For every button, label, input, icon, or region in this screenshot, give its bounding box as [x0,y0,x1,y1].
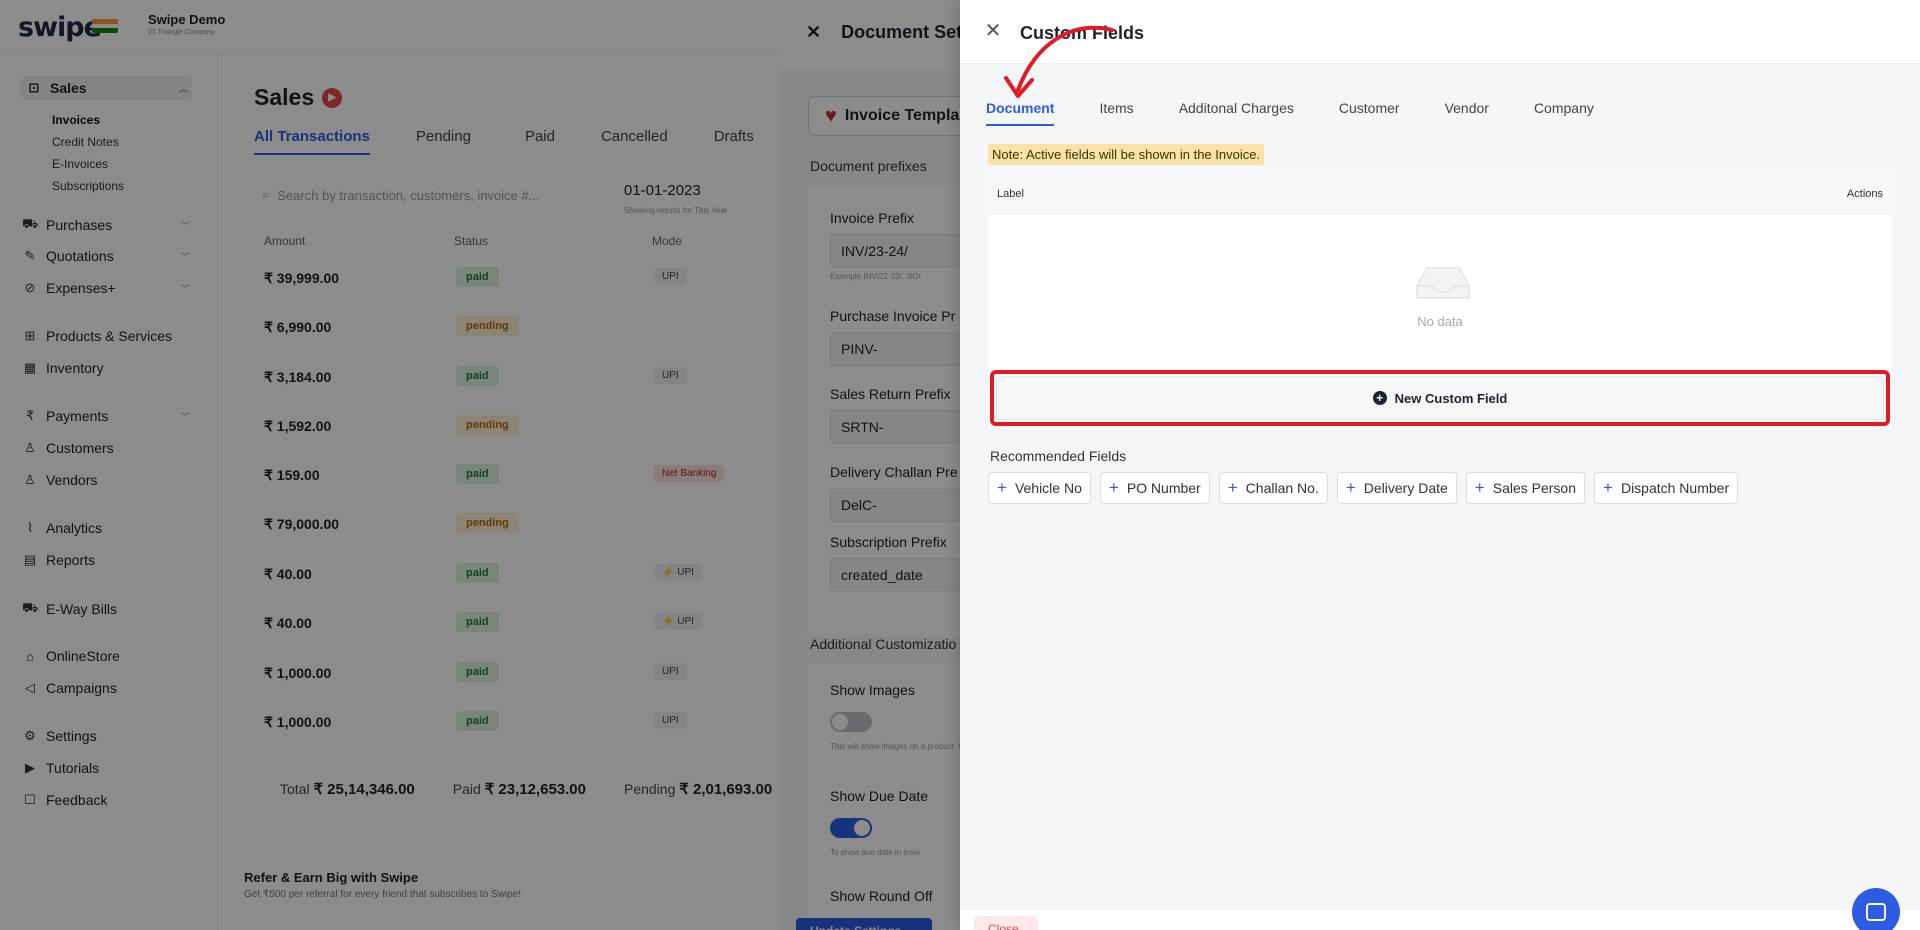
plus-icon: + [1603,478,1613,497]
chat-icon [1866,903,1886,921]
table-header: Label Actions [988,174,1892,214]
empty-text: No data [1417,314,1463,329]
tab-company[interactable]: Company [1534,100,1594,126]
recommended-fields-title: Recommended Fields [990,448,1127,464]
empty-inbox-icon [1416,267,1470,299]
drawer-title: Custom Fields [1020,23,1145,43]
close-button[interactable]: Close [974,916,1038,930]
recommended-chip[interactable]: + Delivery Date [1336,472,1457,504]
chip-label: PO Number [1126,480,1201,496]
chip-label: Sales Person [1492,480,1577,496]
chip-label: Dispatch Number [1620,480,1730,496]
column-actions: Actions [1846,188,1883,200]
new-custom-field-label: New Custom Field [1394,390,1508,406]
tab-vendor[interactable]: Vendor [1445,100,1489,126]
drawer-header: ✕ Custom Fields [960,0,1920,64]
chat-support-button[interactable] [1852,888,1900,930]
plus-circle-icon: + [1372,391,1387,405]
chip-label: Vehicle No [1014,480,1082,496]
chip-label: Challan No. [1245,480,1319,496]
recommended-chip[interactable]: + Sales Person [1465,472,1586,504]
chip-label: Delivery Date [1363,480,1448,496]
tab-additional-charges[interactable]: Additonal Charges [1179,100,1294,126]
new-custom-field-button[interactable]: + New Custom Field [996,376,1884,420]
drawer-body: Document Items Additonal Charges Custome… [960,64,1920,910]
custom-fields-drawer: ✕ Custom Fields Document Items Additonal… [960,0,1920,930]
plus-icon: + [1227,478,1238,497]
tab-document[interactable]: Document [986,100,1055,126]
drawer-footer [960,910,1920,930]
recommended-chip[interactable]: + Dispatch Number [1594,472,1739,504]
tab-items[interactable]: Items [1099,100,1133,126]
plus-icon: + [1345,478,1356,497]
column-label: Label [997,188,1024,200]
recommended-chip[interactable]: + Vehicle No [988,472,1091,504]
recommended-chip[interactable]: + PO Number [1099,472,1210,504]
custom-field-tabs: Document Items Additonal Charges Custome… [986,100,1594,126]
plus-icon: + [1108,478,1119,497]
active-fields-note: Note: Active fields will be shown in the… [988,144,1265,165]
recommended-fields: + Vehicle No + PO Number + Challan No. + Del… [988,472,1739,504]
close-icon[interactable]: ✕ [984,21,1002,41]
plus-icon: + [1474,478,1485,497]
plus-icon: + [997,478,1007,497]
tab-customer[interactable]: Customer [1339,100,1400,126]
recommended-chip[interactable]: + Challan No. [1218,472,1328,504]
